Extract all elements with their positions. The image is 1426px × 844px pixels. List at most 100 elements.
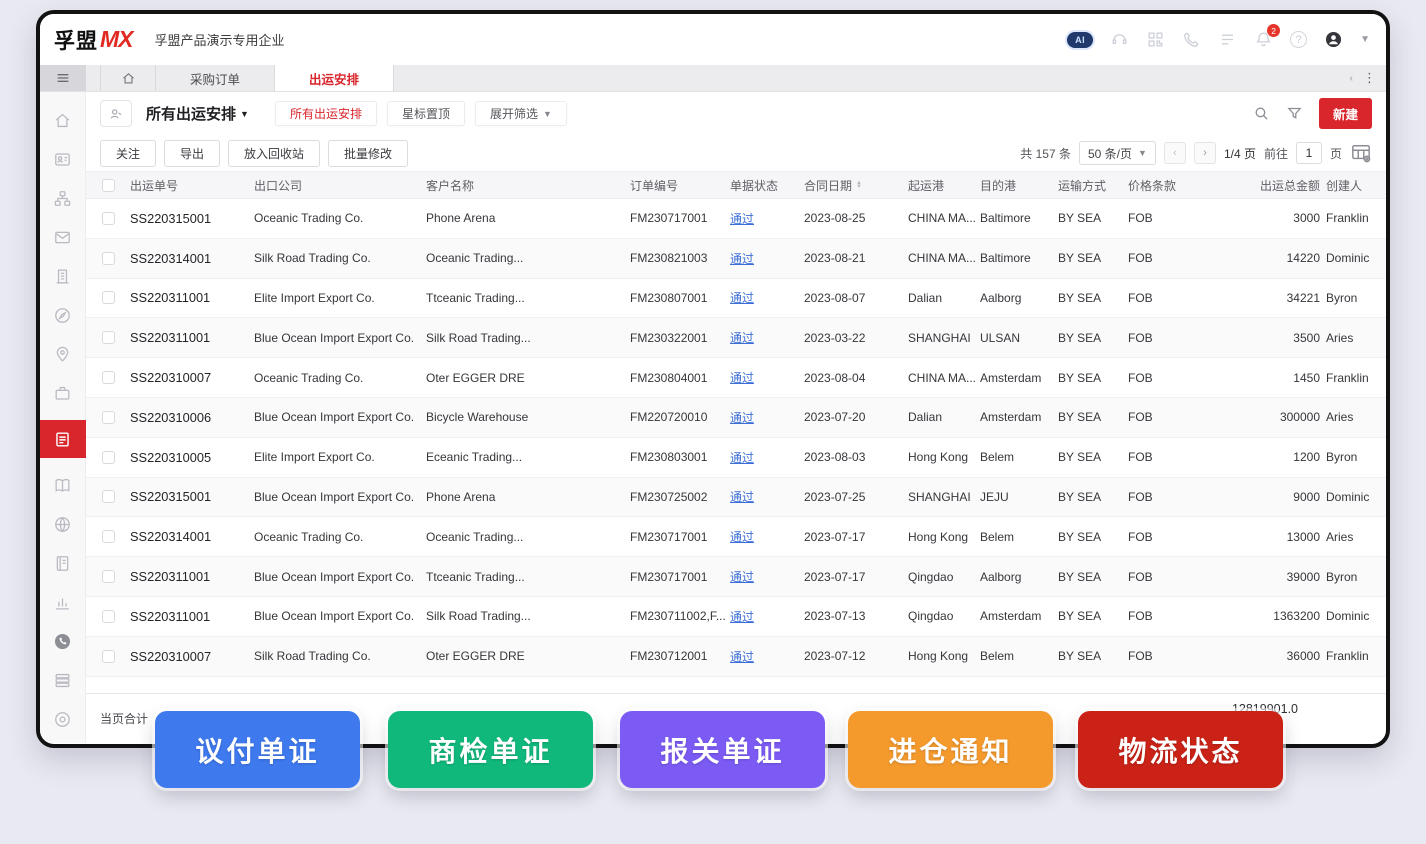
export-button[interactable]: 导出 (164, 139, 221, 167)
col-header-ship-no[interactable]: 出运单号 (130, 177, 254, 194)
column-settings-icon[interactable] (1350, 143, 1372, 163)
sort-icon[interactable]: ▲ ▼ (856, 180, 862, 190)
table-row[interactable]: SS220310006 Blue Ocean Import Export Co.… (86, 397, 1386, 438)
table-row[interactable]: SS220311001 Elite Import Export Co. Ttce… (86, 278, 1386, 319)
view-switcher-button[interactable] (100, 100, 132, 127)
col-header-total-amount[interactable]: 出运总金额 (1212, 177, 1326, 194)
pill-starred-top[interactable]: 星标置顶 (386, 101, 465, 126)
sidebar-phone-support-icon[interactable] (40, 629, 86, 653)
filter-funnel-icon[interactable] (1286, 105, 1303, 122)
negotiation-docs-button[interactable]: 议付单证 (155, 711, 360, 788)
select-all-checkbox[interactable] (101, 178, 115, 192)
table-row[interactable]: SS220311001 Blue Ocean Import Export Co.… (86, 318, 1386, 359)
row-checkbox[interactable] (101, 609, 115, 623)
row-checkbox[interactable] (101, 410, 115, 424)
col-header-transport-mode[interactable]: 运输方式 (1058, 177, 1128, 194)
table-row[interactable]: SS220311001 Blue Ocean Import Export Co.… (86, 557, 1386, 597)
scan-qr-icon[interactable] (1146, 30, 1165, 49)
status-link[interactable]: 通过 (730, 650, 754, 664)
row-checkbox[interactable] (101, 530, 115, 544)
table-row[interactable]: SS220310007 Oceanic Trading Co. Oter EGG… (86, 358, 1386, 398)
col-header-status[interactable]: 单据状态 (730, 177, 804, 194)
row-checkbox[interactable] (101, 211, 115, 225)
sidebar-mail-icon[interactable] (40, 225, 86, 249)
goto-page-input[interactable] (1295, 142, 1322, 164)
recycle-bin-button[interactable]: 放入回收站 (228, 139, 321, 167)
row-checkbox[interactable] (101, 291, 115, 305)
pill-all-shipments[interactable]: 所有出运安排 (274, 101, 377, 126)
status-link[interactable]: 通过 (730, 570, 754, 584)
table-row[interactable]: SS220314001 Silk Road Trading Co. Oceani… (86, 238, 1386, 279)
ai-assistant-button[interactable]: AI (1067, 31, 1094, 48)
task-list-icon[interactable] (1218, 30, 1237, 49)
status-link[interactable]: 通过 (730, 610, 754, 624)
status-link[interactable]: 通过 (730, 212, 754, 226)
col-header-customer[interactable]: 客户名称 (426, 177, 630, 194)
batch-edit-button[interactable]: 批量修改 (328, 139, 409, 167)
chevron-down-icon[interactable]: ▼ (1360, 34, 1370, 45)
phone-icon[interactable] (1182, 30, 1201, 49)
row-checkbox[interactable] (101, 331, 115, 345)
home-tab[interactable] (100, 65, 156, 91)
page-size-select[interactable]: 50 条/页 ▼ (1078, 141, 1156, 165)
warehouse-notice-button[interactable]: 进仓通知 (848, 711, 1053, 788)
status-link[interactable]: 通过 (730, 291, 754, 305)
table-row[interactable]: SS220310007 Silk Road Trading Co. Oter E… (86, 636, 1386, 677)
menu-toggle-button[interactable] (40, 65, 86, 91)
status-link[interactable]: 通过 (730, 371, 754, 385)
table-row[interactable]: SS220315001 Blue Ocean Import Export Co.… (86, 477, 1386, 518)
sidebar-org-flow-icon[interactable] (40, 186, 86, 210)
view-caret-icon[interactable]: ▼ (240, 109, 249, 119)
table-row[interactable]: SS220310005 Elite Import Export Co. Ecea… (86, 437, 1386, 478)
status-link[interactable]: 通过 (730, 331, 754, 345)
user-avatar[interactable] (1324, 30, 1343, 49)
sidebar-globe-icon[interactable] (40, 512, 86, 536)
logistics-status-button[interactable]: 物流状态 (1078, 711, 1283, 788)
tab-more-icon[interactable]: ⋮ (1363, 70, 1376, 86)
next-page-button[interactable]: › (1193, 142, 1216, 164)
status-link[interactable]: 通过 (730, 252, 754, 266)
row-checkbox[interactable] (101, 371, 115, 385)
tab-shipping-arrangement[interactable]: 出运安排 (275, 65, 395, 91)
table-row[interactable]: SS220311001 Blue Ocean Import Export Co.… (86, 596, 1386, 637)
col-header-creator[interactable]: 创建人 (1326, 177, 1386, 194)
sidebar-building-icon[interactable] (40, 264, 86, 288)
sidebar-compass-icon[interactable] (40, 303, 86, 327)
create-new-button[interactable]: 新建 (1318, 98, 1372, 129)
sidebar-chart-icon[interactable] (40, 590, 86, 614)
status-link[interactable]: 通过 (730, 411, 754, 425)
col-header-loading-port[interactable]: 起运港 (908, 177, 980, 194)
sidebar-book-icon[interactable] (40, 473, 86, 497)
help-icon[interactable]: ? (1290, 31, 1308, 48)
col-header-destination-port[interactable]: 目的港 (980, 177, 1058, 194)
row-checkbox[interactable] (101, 649, 115, 663)
sidebar-contacts-icon[interactable] (40, 147, 86, 171)
col-header-export-company[interactable]: 出口公司 (254, 177, 426, 194)
col-header-contract-date[interactable]: 合同日期 ▲ ▼ (804, 177, 908, 194)
status-link[interactable]: 通过 (730, 451, 754, 465)
tab-scroll-icon[interactable]: ‹ (1350, 73, 1353, 84)
row-checkbox[interactable] (101, 251, 115, 265)
sidebar-briefcase-icon[interactable] (40, 381, 86, 405)
bell-icon[interactable]: 2 (1254, 24, 1281, 49)
search-icon[interactable] (1253, 105, 1270, 122)
col-header-price-terms[interactable]: 价格条款 (1128, 177, 1212, 194)
sidebar-home-icon[interactable] (40, 108, 86, 132)
status-link[interactable]: 通过 (730, 490, 754, 504)
view-selector[interactable]: 所有出运安排 (146, 103, 236, 124)
table-row[interactable]: SS220315001 Oceanic Trading Co. Phone Ar… (86, 199, 1386, 239)
pill-expand-filter[interactable]: 展开筛选 ▼ (474, 101, 567, 126)
sidebar-shipping-doc-icon-active[interactable] (40, 420, 86, 458)
col-header-order-no[interactable]: 订单编号 (630, 177, 730, 194)
tab-purchase-orders[interactable]: 采购订单 (156, 65, 276, 91)
row-checkbox[interactable] (101, 450, 115, 464)
headset-icon[interactable] (1110, 30, 1129, 49)
row-checkbox[interactable] (101, 490, 115, 504)
prev-page-button[interactable]: ‹ (1163, 142, 1186, 164)
table-row[interactable]: SS220314001 Oceanic Trading Co. Oceanic … (86, 517, 1386, 558)
inspection-docs-button[interactable]: 商检单证 (388, 711, 593, 788)
sidebar-location-icon[interactable] (40, 342, 86, 366)
row-checkbox[interactable] (101, 570, 115, 584)
follow-button[interactable]: 关注 (100, 139, 157, 167)
status-link[interactable]: 通过 (730, 530, 754, 544)
